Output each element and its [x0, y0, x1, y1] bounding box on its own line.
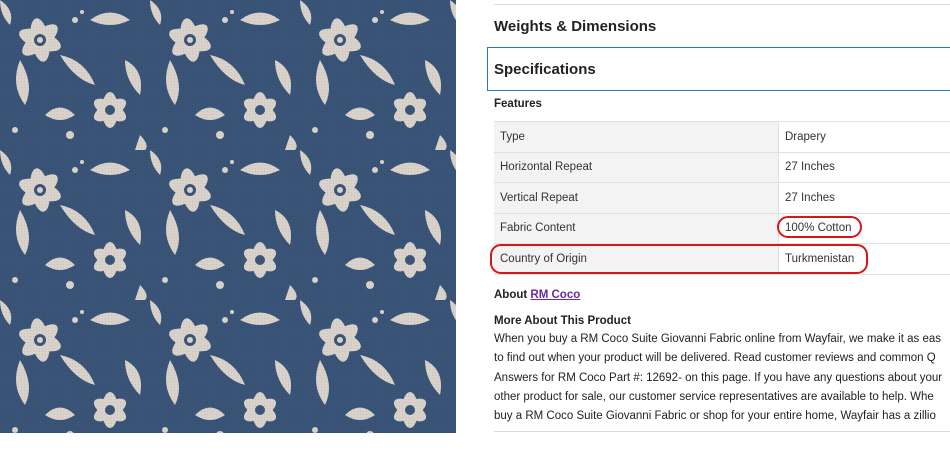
product-details-panel: Weights & Dimensions Specifications Feat… [487, 0, 950, 450]
description-line: to find out when your product will be de… [494, 352, 936, 365]
product-image[interactable] [0, 0, 456, 433]
table-row: Fabric Content 100% Cotton [494, 212, 950, 243]
table-row: Country of Origin Turkmenistan [490, 243, 950, 275]
table-row: Horizontal Repeat 27 Inches [494, 151, 950, 182]
spec-name: Country of Origin [494, 244, 779, 274]
section-specifications[interactable]: Specifications [487, 47, 950, 91]
about-brand: About RM Coco [494, 289, 580, 301]
section-weights-dimensions[interactable]: Weights & Dimensions [494, 6, 950, 46]
spec-value: 27 Inches [785, 161, 835, 174]
spec-value: 27 Inches [785, 191, 835, 204]
more-about-heading: More About This Product [494, 315, 631, 327]
table-row: Type Drapery [494, 121, 950, 152]
table-row: Vertical Repeat 27 Inches [494, 182, 950, 213]
spec-name: Vertical Repeat [494, 183, 779, 213]
description-line: Answers for RM Coco Part #: 12692- on th… [494, 371, 943, 384]
description-line: other product for sale, our customer ser… [494, 390, 934, 403]
features-table: Type Drapery Horizontal Repeat 27 Inches… [490, 121, 950, 275]
spec-value: Drapery [785, 130, 826, 143]
spec-value: 100% Cotton [785, 222, 852, 235]
spec-name: Type [494, 122, 779, 152]
description-line: buy a RM Coco Suite Giovanni Fabric or s… [494, 410, 936, 423]
spec-name: Fabric Content [494, 213, 779, 243]
about-label: About [494, 289, 528, 301]
floral-fabric-pattern [0, 0, 456, 433]
divider [494, 4, 950, 5]
product-description: When you buy a RM Coco Suite Giovanni Fa… [494, 330, 950, 426]
spec-value: Turkmenistan [785, 252, 855, 265]
description-line: When you buy a RM Coco Suite Giovanni Fa… [494, 333, 941, 345]
brand-link[interactable]: RM Coco [530, 289, 580, 301]
divider [494, 431, 950, 432]
spec-name: Horizontal Repeat [494, 152, 779, 182]
features-heading: Features [494, 98, 542, 110]
